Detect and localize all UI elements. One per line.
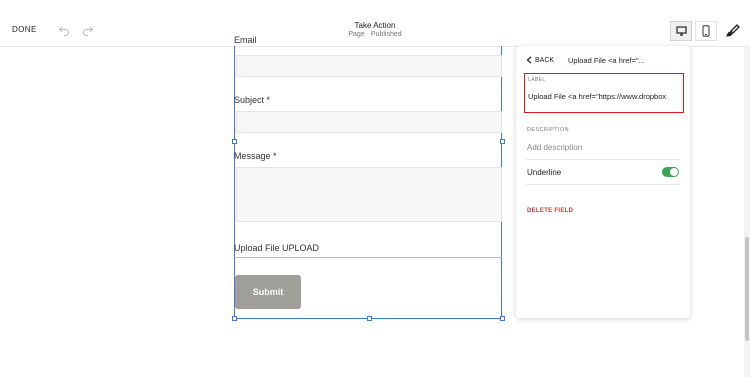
- underline-toggle[interactable]: [662, 167, 679, 177]
- paintbrush-icon[interactable]: [724, 23, 740, 39]
- divider: [526, 159, 680, 160]
- label-caption: LABEL: [528, 77, 546, 83]
- resize-handle-right[interactable]: [500, 139, 505, 144]
- description-caption: DESCRIPTION: [527, 127, 569, 133]
- email-input[interactable]: [236, 55, 502, 77]
- upload-field-label: Upload File UPLOAD: [234, 243, 320, 253]
- description-input[interactable]: Add description: [527, 143, 582, 152]
- field-settings-panel: BACK Upload File <a href="... LABEL Uplo…: [516, 46, 690, 318]
- desktop-icon: [675, 26, 687, 36]
- scrollbar-thumb[interactable]: [745, 237, 749, 341]
- label-input[interactable]: Upload File <a href="https://www.dropbox: [528, 92, 680, 101]
- panel-title: Upload File <a href="...: [568, 56, 645, 65]
- divider: [526, 184, 680, 185]
- back-button[interactable]: BACK: [526, 56, 554, 64]
- desktop-view-button[interactable]: [670, 21, 692, 41]
- subject-field-label: Subject *: [234, 95, 271, 105]
- resize-handle-left[interactable]: [232, 139, 237, 144]
- editor-toolbar: DONE Take Action Page · Published: [0, 0, 750, 47]
- message-textarea[interactable]: [236, 167, 502, 222]
- mobile-icon: [702, 25, 710, 37]
- back-label: BACK: [535, 56, 555, 64]
- email-field-label: Email: [234, 35, 257, 45]
- mobile-view-button[interactable]: [695, 21, 717, 41]
- page-status: Page · Published: [348, 31, 402, 38]
- resize-handle-bottom-left[interactable]: [232, 316, 237, 321]
- underline-label: Underline: [527, 168, 562, 177]
- upload-field-underline: [236, 257, 502, 258]
- submit-button[interactable]: Submit: [235, 275, 301, 309]
- label-field-highlight[interactable]: LABEL Upload File <a href="https://www.d…: [524, 73, 684, 113]
- page-title: Take Action: [354, 21, 396, 30]
- toggle-knob: [670, 168, 678, 176]
- resize-handle-bottom[interactable]: [367, 316, 372, 321]
- chevron-left-icon: [526, 56, 532, 64]
- delete-field-button[interactable]: DELETE FIELD: [527, 208, 573, 214]
- resize-handle-bottom-right[interactable]: [500, 316, 505, 321]
- subject-input[interactable]: [236, 111, 502, 133]
- message-field-label: Message *: [234, 151, 277, 161]
